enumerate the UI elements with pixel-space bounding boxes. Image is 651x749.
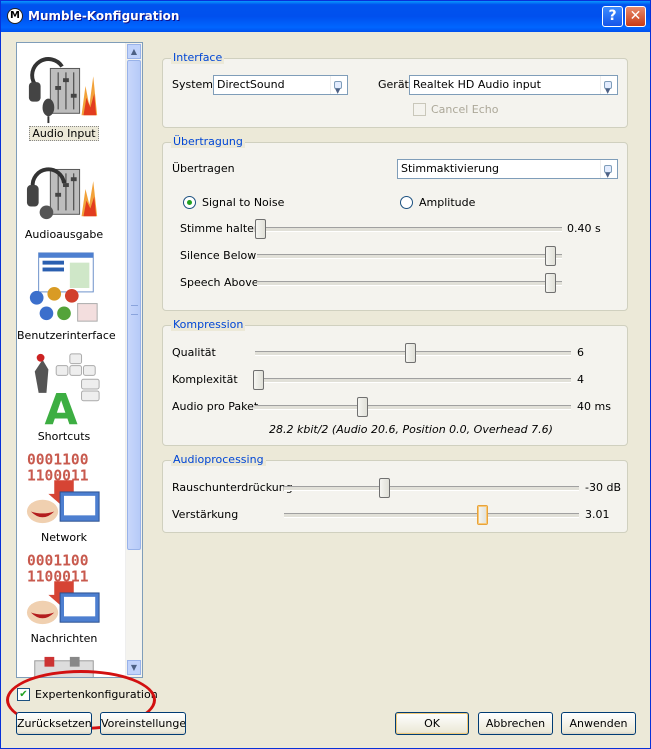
- svg-text:0001100: 0001100: [27, 452, 89, 469]
- sidebar-item-label: Benutzerinterface: [17, 329, 116, 342]
- sidebar-item-user-interface[interactable]: Benutzerinterface: [17, 245, 127, 346]
- signal-to-noise-label: Signal to Noise: [202, 196, 285, 209]
- device-label: Gerät: [378, 78, 409, 91]
- chevron-down-icon: ▼: [600, 160, 617, 178]
- signal-to-noise-radio[interactable]: [183, 196, 196, 209]
- expert-config-label: Expertenkonfiguration: [35, 688, 158, 701]
- category-list[interactable]: Audio Input Audioausgabe Benutzerinterfa…: [16, 42, 143, 678]
- reset-button[interactable]: Zurücksetzen: [16, 712, 92, 735]
- system-value: DirectSound: [217, 78, 285, 91]
- help-button[interactable]: ?: [602, 6, 623, 27]
- amplitude-label: Amplitude: [419, 196, 476, 209]
- chevron-down-icon: ▼: [330, 76, 347, 94]
- sidebar-item-shortcuts[interactable]: A Shortcuts: [17, 346, 127, 447]
- sidebar-item-label: Audioausgabe: [24, 228, 104, 241]
- device-value: Realtek HD Audio input: [413, 78, 541, 91]
- checkmark-icon: ✔: [19, 689, 28, 700]
- audio-per-packet-value: 40 ms: [577, 400, 611, 413]
- user-interface-icon: [29, 252, 98, 322]
- sidebar-item-messages[interactable]: 0001100 1100011 Nachrichten: [17, 548, 127, 649]
- scroll-thumb[interactable]: [127, 60, 141, 550]
- bitrate-info: 28.2 kbit/2 (Audio 20.6, Position 0.0, O…: [269, 423, 553, 436]
- voice-hold-label: Stimme halten: [180, 222, 261, 235]
- cancel-echo-checkbox[interactable]: [413, 103, 426, 116]
- speech-above-label: Speech Above: [180, 276, 259, 289]
- silence-below-label: Silence Below: [180, 249, 257, 262]
- cancel-button[interactable]: Abbrechen: [478, 712, 553, 735]
- mumble-logo-icon: M: [7, 8, 23, 24]
- sidebar-item-label: Audio Input: [29, 126, 99, 141]
- amplification-label: Verstärkung: [172, 508, 239, 521]
- quality-value: 6: [577, 346, 584, 359]
- group-title: Interface: [171, 51, 225, 64]
- sidebar-item-label: Shortcuts: [37, 430, 91, 443]
- system-select[interactable]: DirectSound ▼: [213, 75, 348, 95]
- svg-text:0001100: 0001100: [27, 553, 89, 570]
- svg-text:A: A: [45, 385, 78, 428]
- slider-handle[interactable]: [255, 219, 267, 239]
- amplitude-radio[interactable]: [400, 196, 413, 209]
- slider-handle[interactable]: [357, 397, 369, 417]
- title-bar: M Mumble-Konfiguration ? ✕: [1, 1, 650, 32]
- group-title: Übertragung: [171, 135, 245, 148]
- cancel-echo-label: Cancel Echo: [431, 103, 499, 116]
- sidebar-item-label: Network: [41, 531, 87, 544]
- noise-suppression-label: Rauschunterdrückung: [172, 481, 293, 494]
- speech-above-slider[interactable]: [257, 272, 562, 294]
- device-select[interactable]: Realtek HD Audio input ▼: [409, 75, 618, 95]
- slider-handle[interactable]: [476, 505, 488, 525]
- sidebar-item-network[interactable]: 0001100 1100011 Network: [17, 447, 127, 548]
- system-label: System: [172, 78, 214, 91]
- amplification-value: 3.01: [585, 508, 610, 521]
- amplification-slider[interactable]: [284, 504, 579, 526]
- messages-icon: 0001100 1100011: [26, 553, 100, 625]
- quality-label: Qualität: [172, 346, 216, 359]
- close-button[interactable]: ✕: [625, 6, 646, 27]
- voice-hold-slider[interactable]: [255, 218, 562, 240]
- scroll-up-button[interactable]: ▲: [127, 44, 141, 59]
- slider-handle[interactable]: [253, 370, 265, 390]
- sidebar-item-partial[interactable]: [17, 649, 127, 677]
- slider-handle[interactable]: [544, 273, 556, 293]
- sidebar-item-label: Nachrichten: [30, 632, 98, 645]
- sidebar-scrollbar[interactable]: ▲ ▼: [125, 43, 142, 677]
- complexity-slider[interactable]: [253, 369, 571, 391]
- config-window: M Mumble-Konfiguration ? ✕ Audio Input A…: [0, 0, 651, 749]
- grip-icon: [131, 305, 138, 315]
- group-title: Kompression: [171, 318, 246, 331]
- audio-output-icon: [26, 167, 98, 220]
- window-title: Mumble-Konfiguration: [28, 9, 180, 23]
- complexity-label: Komplexität: [172, 373, 238, 386]
- scroll-down-button[interactable]: ▼: [127, 660, 141, 675]
- chevron-down-icon: ▼: [600, 76, 617, 94]
- silence-below-slider[interactable]: [257, 245, 562, 267]
- audio-input-icon: [28, 57, 98, 124]
- shortcuts-icon: A: [34, 353, 100, 428]
- network-icon: 0001100 1100011: [26, 452, 100, 524]
- sidebar-item-audio-input[interactable]: Audio Input: [17, 43, 127, 144]
- complexity-value: 4: [577, 373, 584, 386]
- transmit-select[interactable]: Stimmaktivierung ▼: [397, 159, 618, 179]
- slider-handle[interactable]: [379, 478, 391, 498]
- transmit-label: Übertragen: [172, 162, 235, 175]
- quality-slider[interactable]: [255, 342, 571, 364]
- voice-hold-value: 0.40 s: [567, 222, 601, 235]
- defaults-button[interactable]: Voreinstellungen: [100, 712, 186, 735]
- apply-button[interactable]: Anwenden: [561, 712, 636, 735]
- slider-handle[interactable]: [404, 343, 416, 363]
- ok-button[interactable]: OK: [395, 712, 469, 735]
- noise-suppression-value: -30 dB: [585, 481, 621, 494]
- overlay-icon: [34, 656, 94, 677]
- group-title: Audioprocessing: [171, 453, 266, 466]
- expert-config-checkbox[interactable]: ✔: [17, 688, 30, 701]
- slider-handle[interactable]: [544, 246, 556, 266]
- noise-suppression-slider[interactable]: [284, 477, 579, 499]
- audio-per-packet-slider[interactable]: [255, 396, 571, 418]
- transmit-value: Stimmaktivierung: [401, 162, 500, 175]
- audio-per-packet-label: Audio pro Paket: [172, 400, 259, 413]
- sidebar-item-audio-output[interactable]: Audioausgabe: [17, 144, 127, 245]
